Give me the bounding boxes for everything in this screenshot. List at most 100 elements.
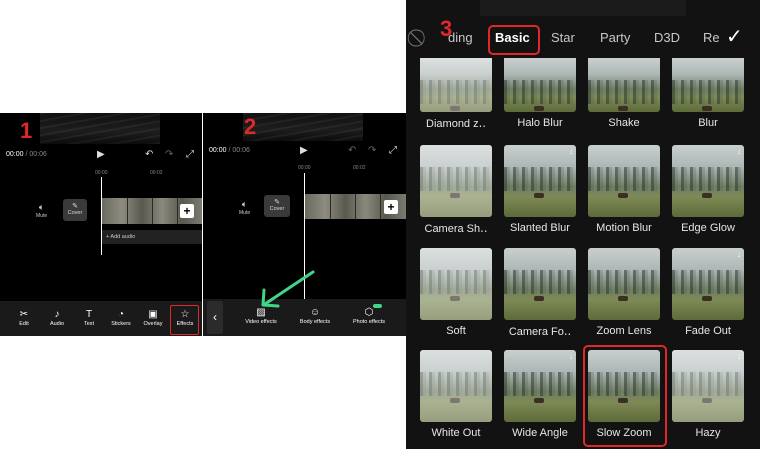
effect-tile[interactable]: Motion Blur (588, 145, 660, 240)
mute-label: Mute (239, 210, 251, 216)
download-icon: ↓ (737, 352, 741, 361)
cover-label: Cover (269, 206, 285, 212)
effect-thumbnail (420, 145, 492, 217)
effect-thumbnail: ↓ (504, 145, 576, 217)
mute-toggle[interactable]: 🔈︎ Mute (36, 202, 47, 219)
effect-label: Slanted Blur (510, 222, 570, 234)
tab-star[interactable]: Star (551, 30, 575, 45)
video-preview (40, 113, 160, 144)
download-icon: ↓ (737, 147, 741, 156)
effect-tile[interactable]: Soft (420, 248, 492, 343)
overlay-icon: ▣ (148, 309, 158, 320)
effect-label: Zoom Lens (596, 325, 652, 337)
play-icon[interactable]: ▶ (97, 149, 105, 160)
effect-label: Shake (608, 117, 640, 129)
chevron-left-icon: ‹ (213, 310, 217, 324)
step-number-2: 2 (244, 114, 257, 139)
effect-label: Wide Angle (512, 427, 568, 439)
ruler-mark: 00:02 (150, 170, 163, 176)
effect-tile[interactable]: ↓ Slanted Blur (504, 145, 576, 240)
effect-label: Blur (698, 117, 718, 129)
effect-tile[interactable]: Blur (672, 58, 744, 153)
effect-tile[interactable]: Camera Fo․․ (504, 248, 576, 343)
tab-d3d[interactable]: D3D (654, 30, 680, 45)
green-arrow (261, 270, 315, 308)
ruler-mark: 00:02 (353, 165, 366, 171)
undo-icon[interactable]: ↶ (145, 149, 153, 160)
slow-zoom-highlight (583, 345, 667, 447)
effect-thumbnail (504, 248, 576, 320)
timecode: 00:00 / 00:06 (6, 151, 47, 158)
effect-label: Camera Fo․․ (508, 326, 572, 338)
back-button[interactable]: ‹ (207, 301, 223, 334)
effect-tile[interactable]: Camera Sh․․ (420, 145, 492, 240)
effect-tile[interactable]: ↓ Edge Glow (672, 145, 744, 240)
playhead[interactable] (101, 177, 102, 255)
tool-photo-effects[interactable]: ⬡ Photo effects (347, 307, 391, 325)
timecode: 00:00 / 00:06 (209, 147, 250, 154)
effect-label: Soft (446, 325, 466, 337)
play-icon[interactable]: ▶ (300, 145, 308, 156)
effects-category-tabs: ⃠ ding Basic Star Party D3D Re ✓ (406, 18, 760, 60)
effect-label: Camera Sh․․ (424, 223, 488, 235)
redo-icon[interactable]: ↷ (368, 145, 376, 156)
tab-party[interactable]: Party (600, 30, 630, 45)
new-badge (373, 304, 382, 308)
step-number-1: 1 (20, 118, 33, 143)
time-total: / 00:06 (226, 147, 250, 154)
add-audio-button[interactable]: + Add audio (102, 230, 202, 244)
checkmark-icon[interactable]: ✓ (726, 24, 743, 49)
video-preview (243, 113, 363, 141)
mute-toggle[interactable]: 🔈︎ Mute (239, 199, 250, 216)
step-number-3: 3 (440, 16, 453, 41)
time-current: 00:00 (6, 151, 24, 158)
music-note-icon: ♪ (54, 309, 60, 320)
tool-edit[interactable]: ✂ Edit (10, 309, 38, 327)
effect-thumbnail (588, 248, 660, 320)
effect-label: Edge Glow (681, 222, 735, 234)
add-clip-button[interactable]: + (384, 200, 398, 214)
effect-tile[interactable]: Halo Blur (504, 58, 576, 153)
effect-tile[interactable]: Zoom Lens (588, 248, 660, 343)
effects-highlight (170, 305, 199, 335)
cover-button[interactable]: ✎ Cover (63, 199, 87, 221)
effect-tile[interactable]: Diamond z․․ (420, 58, 492, 153)
time-current: 00:00 (209, 147, 227, 154)
video-preview (480, 0, 686, 16)
effect-thumbnail (588, 145, 660, 217)
effect-label: Hazy (695, 427, 721, 439)
redo-icon[interactable]: ↷ (165, 149, 173, 160)
effect-thumbnail (588, 58, 660, 112)
effect-tile[interactable]: Shake (588, 58, 660, 153)
effect-thumbnail (420, 350, 492, 422)
fullscreen-icon[interactable]: ⤢ (389, 145, 397, 156)
effect-label: Fade Out (685, 325, 731, 337)
effect-thumbnail (420, 248, 492, 320)
effect-tile[interactable]: ↓ Wide Angle (504, 350, 576, 445)
effect-thumbnail: ↓ (672, 350, 744, 422)
effect-thumbnail: ↓ (504, 350, 576, 422)
effect-tile[interactable]: White Out (420, 350, 492, 445)
effect-thumbnail (420, 58, 492, 112)
effect-thumbnail (672, 58, 744, 112)
tool-stickers[interactable]: ◔ Stickers (106, 309, 136, 327)
tool-overlay[interactable]: ▣ Overlay (139, 309, 167, 327)
effect-label: Halo Blur (517, 117, 563, 129)
cover-label: Cover (67, 210, 83, 216)
cover-button[interactable]: ✎ Cover (264, 195, 290, 217)
download-icon: ↓ (569, 147, 573, 156)
tab-re[interactable]: Re (703, 30, 720, 45)
tool-text[interactable]: T Text (75, 309, 103, 327)
effect-tile[interactable]: ↓ Hazy (672, 350, 744, 445)
fullscreen-icon[interactable]: ⤢ (186, 149, 194, 160)
effect-label: White Out (431, 427, 481, 439)
tool-audio[interactable]: ♪ Audio (43, 309, 71, 327)
effect-label: Motion Blur (596, 222, 652, 234)
add-clip-button[interactable]: + (180, 204, 194, 218)
effect-thumbnail: ↓ (672, 248, 744, 320)
download-icon: ↓ (737, 250, 741, 259)
panel-1-editor: 00:00 / 00:06 ▶ ↶ ↷ ⤢ 00:00 00:02 🔈︎ Mut… (0, 113, 202, 336)
effect-tile[interactable]: ↓ Fade Out (672, 248, 744, 343)
undo-icon[interactable]: ↶ (348, 145, 356, 156)
ruler-mark: 00:00 (95, 170, 108, 176)
